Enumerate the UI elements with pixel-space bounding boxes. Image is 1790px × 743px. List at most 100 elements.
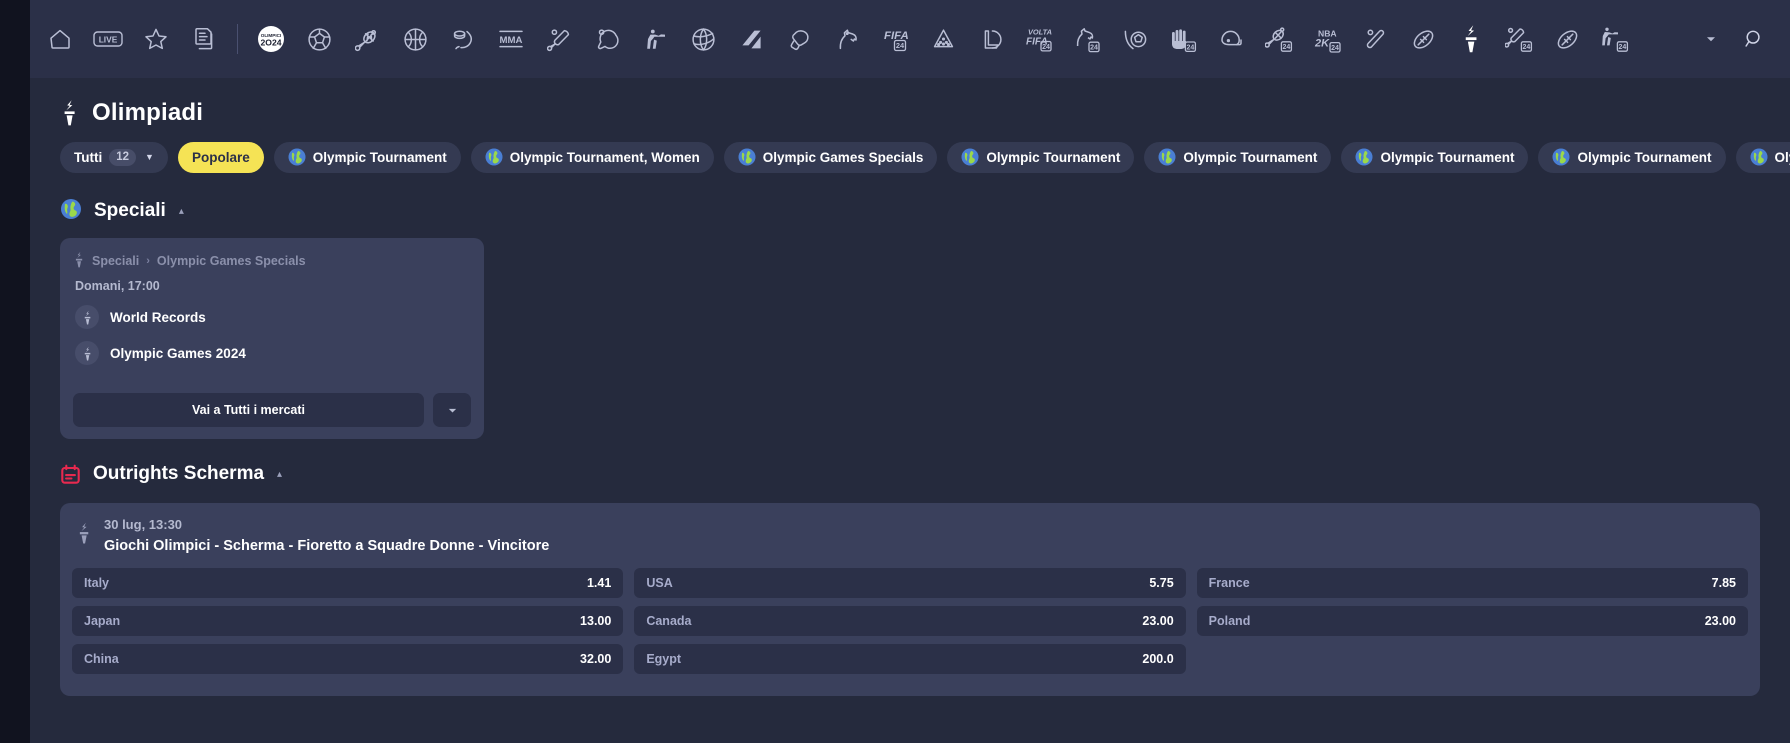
tennis-icon[interactable] xyxy=(343,15,391,63)
live-icon[interactable]: LIVE xyxy=(84,15,132,63)
market-row[interactable]: World Records xyxy=(73,305,471,329)
app-root: LIVE OLIMPICI 2O24 MMA FIFA 24 VOLTA FIFA 24 24 24… xyxy=(0,0,1790,743)
cricket-icon[interactable] xyxy=(535,15,583,63)
svg-text:2O24: 2O24 xyxy=(260,38,281,48)
basketball-24-icon[interactable]: 24 xyxy=(1159,15,1207,63)
sport-nav-scroller[interactable]: LIVE OLIMPICI 2O24 MMA FIFA 24 VOLTA FIFA 24 24 24… xyxy=(36,0,1698,78)
rugby-icon[interactable] xyxy=(1399,15,1447,63)
odd-value: 23.00 xyxy=(1142,614,1174,628)
chevron-up-icon[interactable]: ▴ xyxy=(277,469,282,480)
section-title-speciali: Speciali xyxy=(94,200,166,221)
odd-button[interactable]: Japan 13.00 xyxy=(72,606,624,636)
chip-label: Olympic Tournament xyxy=(1380,149,1515,165)
market-row[interactable]: Olympic Games 2024 xyxy=(73,341,471,365)
filter-chip-olympic-tournament-1[interactable]: Olympic Tournament xyxy=(273,141,461,173)
home-icon[interactable] xyxy=(36,15,84,63)
filter-chip-olympic-tournament-6[interactable]: Olympic Tournament xyxy=(1341,141,1529,173)
basketball-icon[interactable] xyxy=(391,15,439,63)
market-label: World Records xyxy=(110,309,206,325)
mma-icon[interactable]: MMA xyxy=(487,15,535,63)
odd-selection-name: Italy xyxy=(84,576,110,590)
horse-racing-24-icon[interactable]: 24 xyxy=(1063,15,1111,63)
olympics-torch-icon xyxy=(75,341,99,365)
chevron-down-icon[interactable]: ▼ xyxy=(145,152,154,162)
filter-chip-olympic-games-specials-3[interactable]: Olympic Games Specials xyxy=(723,141,938,173)
odd-selection-name: Egypt xyxy=(646,652,682,666)
go-to-all-markets-button[interactable]: Vai a Tutti i mercati xyxy=(73,393,424,427)
horse-racing-icon[interactable] xyxy=(823,15,871,63)
odd-button[interactable]: China 32.00 xyxy=(72,644,624,674)
expand-more-button[interactable] xyxy=(433,393,471,427)
shooting-24-icon[interactable]: 24 xyxy=(1591,15,1639,63)
olympics-torch-icon[interactable] xyxy=(1447,15,1495,63)
svg-text:24: 24 xyxy=(1331,44,1339,51)
filter-chip-olympic-tournament-4[interactable]: Olympic Tournament xyxy=(947,141,1135,173)
coupons-icon[interactable] xyxy=(180,15,228,63)
olympics-2024-icon[interactable]: OLIMPICI 2O24 xyxy=(247,15,295,63)
breadcrumb-root[interactable]: Speciali xyxy=(92,254,139,268)
league-filter-chips[interactable]: Tutti 12 ▼ Popolare Olympic Tournament Olympi… xyxy=(30,130,1790,176)
football-icon[interactable] xyxy=(295,15,343,63)
chip-label: Tutti xyxy=(74,149,103,165)
odd-button[interactable]: USA 5.75 xyxy=(634,568,1186,598)
fifa-24-icon[interactable]: FIFA 24 xyxy=(871,15,919,63)
odd-button[interactable]: Italy 1.41 xyxy=(72,568,624,598)
sport-nav-more-caret[interactable] xyxy=(1698,19,1724,59)
star-icon[interactable] xyxy=(132,15,180,63)
cricket-24-icon[interactable]: 24 xyxy=(1495,15,1543,63)
baseball-icon[interactable] xyxy=(1351,15,1399,63)
event-title[interactable]: Giochi Olimpici - Scherma - Fioretto a S… xyxy=(104,538,549,554)
chevron-up-icon[interactable]: ▴ xyxy=(179,206,184,217)
odd-button[interactable]: Egypt 200.0 xyxy=(634,644,1186,674)
odds-grid: Italy 1.41 USA 5.75 France 7.85 Japan 13.00 Cana… xyxy=(72,568,1748,674)
svg-text:24: 24 xyxy=(1523,44,1531,51)
odd-button[interactable]: France 7.85 xyxy=(1196,568,1748,598)
dota-icon[interactable] xyxy=(727,15,775,63)
odd-value: 200.0 xyxy=(1142,652,1174,666)
svg-text:24: 24 xyxy=(1042,44,1050,51)
filter-chip-olympic-tournament-7[interactable]: Olympic Tournament xyxy=(1538,141,1726,173)
content-area: Olimpiadi Tutti 12 ▼ Popolare Olympic Tourna… xyxy=(30,78,1790,743)
section-header-outrights[interactable]: Outrights Scherma ▴ xyxy=(30,439,1790,487)
rugby-league-icon[interactable] xyxy=(1543,15,1591,63)
event-time: Domani, 17:00 xyxy=(75,279,160,293)
filter-chip-popolare-0[interactable]: Popolare xyxy=(177,141,264,173)
filter-chip-olympic-tournament-women-2[interactable]: Olympic Tournament, Women xyxy=(470,141,714,173)
table-tennis-icon[interactable] xyxy=(583,15,631,63)
breadcrumb-separator: › xyxy=(146,255,150,267)
globe-icon xyxy=(961,148,979,166)
filter-chip-olympic-tournament-5[interactable]: Olympic Tournament xyxy=(1144,141,1332,173)
filter-chip-olympic-tournament-8[interactable]: Olympic Tournament xyxy=(1735,141,1790,173)
globe-icon xyxy=(1158,148,1176,166)
league-of-legends-icon[interactable] xyxy=(967,15,1015,63)
odd-button[interactable]: Poland 23.00 xyxy=(1196,606,1748,636)
search-icon[interactable] xyxy=(1732,17,1776,61)
darts-icon[interactable] xyxy=(919,15,967,63)
odd-selection-name: China xyxy=(84,652,119,666)
olympics-torch-icon xyxy=(75,305,99,329)
volta-fifa-24-icon[interactable]: VOLTA FIFA 24 xyxy=(1015,15,1063,63)
svg-text:24: 24 xyxy=(1283,44,1291,51)
efootball-icon[interactable] xyxy=(1111,15,1159,63)
chip-label: Olympic Tournament xyxy=(1183,149,1318,165)
olympics-torch-icon xyxy=(60,99,79,127)
globe-icon xyxy=(485,148,503,166)
tennis-24-icon[interactable]: 24 xyxy=(1255,15,1303,63)
breadcrumb-leaf[interactable]: Olympic Games Specials xyxy=(157,254,306,268)
svg-text:MMA: MMA xyxy=(500,35,523,46)
ice-hockey-icon[interactable] xyxy=(439,15,487,63)
chip-label: Olympic Tournament, Women xyxy=(509,149,700,165)
chip-label: Popolare xyxy=(191,149,250,165)
section-title-outrights: Outrights Scherma xyxy=(93,463,265,484)
section-header-speciali[interactable]: Speciali ▴ xyxy=(30,176,1790,224)
breadcrumb: Speciali › Olympic Games Specials xyxy=(73,251,471,271)
odd-selection-name: USA xyxy=(646,576,673,590)
boxing-icon[interactable] xyxy=(775,15,823,63)
sport-navigation-bar: LIVE OLIMPICI 2O24 MMA FIFA 24 VOLTA FIFA 24 24 24… xyxy=(30,0,1790,78)
filter-chip-tutti[interactable]: Tutti 12 ▼ xyxy=(60,141,168,173)
counter-strike-icon[interactable] xyxy=(631,15,679,63)
american-football-helmet-icon[interactable] xyxy=(1207,15,1255,63)
nba-2k-24-icon[interactable]: NBA 2K 24 xyxy=(1303,15,1351,63)
odd-button[interactable]: Canada 23.00 xyxy=(634,606,1186,636)
volleyball-icon[interactable] xyxy=(679,15,727,63)
